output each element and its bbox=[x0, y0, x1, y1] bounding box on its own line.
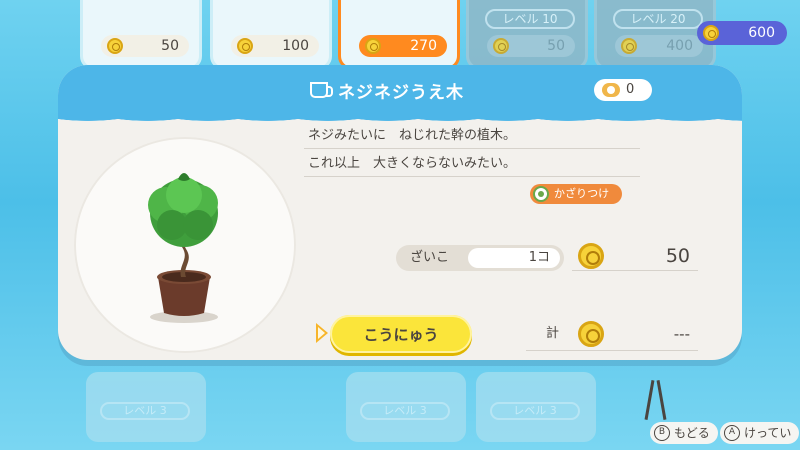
stock-display: ざいこ 1コ bbox=[396, 245, 564, 271]
coin-icon bbox=[107, 38, 123, 54]
shop-card-price: 100 bbox=[231, 35, 319, 57]
a-button-icon: A bbox=[724, 425, 740, 441]
shop-card-3-selected[interactable]: 270 bbox=[338, 0, 460, 70]
shop-card-price: 50 bbox=[101, 35, 189, 57]
decoration-icon bbox=[533, 186, 549, 202]
coin-icon bbox=[578, 243, 604, 269]
coin-icon bbox=[365, 38, 381, 54]
shop-card-bottom-3[interactable]: レベル 3 bbox=[476, 372, 596, 442]
item-price: 50 bbox=[665, 245, 690, 267]
item-detail-dialog: ネジネジうえ木 0 ネジみたいに ねじれた幹の植木。 これ以上 大きくならないみ… bbox=[58, 65, 742, 360]
coin-icon bbox=[621, 38, 637, 54]
total-row: 計 --- bbox=[526, 319, 698, 351]
shop-card-2[interactable]: 100 bbox=[210, 0, 332, 70]
stock-value: 1コ bbox=[468, 248, 560, 268]
owned-icon bbox=[602, 83, 620, 97]
back-hint[interactable]: B もどる bbox=[650, 422, 718, 444]
total-label: 計 bbox=[546, 326, 560, 341]
item-description-line: ネジみたいに ねじれた幹の植木。 bbox=[304, 123, 640, 149]
coin-icon bbox=[578, 321, 604, 347]
total-value: --- bbox=[673, 325, 690, 343]
shop-card-bottom-1[interactable]: レベル 3 bbox=[86, 372, 206, 442]
item-preview bbox=[74, 137, 296, 353]
currency-display: 600 bbox=[697, 21, 787, 45]
coin-icon bbox=[237, 38, 253, 54]
level-requirement: レベル 20 bbox=[613, 9, 703, 29]
easel-icon bbox=[644, 380, 668, 420]
shop-card-price: 270 bbox=[359, 35, 447, 57]
item-title: ネジネジうえ木 bbox=[338, 82, 464, 103]
cup-icon bbox=[310, 82, 333, 98]
shop-card-price: 50 bbox=[487, 35, 575, 57]
shop-card-4-locked[interactable]: レベル 10 50 bbox=[466, 0, 588, 70]
level-requirement: レベル 3 bbox=[490, 402, 580, 420]
coin-icon bbox=[493, 38, 509, 54]
stock-label: ざいこ bbox=[410, 250, 450, 265]
price-row: 50 bbox=[572, 243, 698, 271]
selection-cursor-icon bbox=[316, 323, 328, 343]
coin-icon bbox=[703, 25, 719, 41]
purchase-button[interactable]: こうにゅう bbox=[330, 315, 472, 353]
level-requirement: レベル 3 bbox=[360, 402, 450, 420]
level-requirement: レベル 10 bbox=[485, 9, 575, 29]
shop-card-bottom-2[interactable]: レベル 3 bbox=[346, 372, 466, 442]
owned-count-badge: 0 bbox=[594, 79, 652, 101]
level-requirement: レベル 3 bbox=[100, 402, 190, 420]
dialog-title-group: ネジネジうえ木 bbox=[310, 77, 464, 103]
category-tag: かざりつけ bbox=[530, 184, 622, 204]
potted-tree-icon bbox=[148, 173, 218, 323]
shop-card-1[interactable]: 50 bbox=[80, 0, 202, 70]
item-description-line: これ以上 大きくならないみたい。 bbox=[304, 151, 640, 177]
b-button-icon: B bbox=[654, 425, 670, 441]
confirm-hint[interactable]: A けってい bbox=[720, 422, 800, 444]
shop-card-price: 400 bbox=[615, 35, 703, 57]
